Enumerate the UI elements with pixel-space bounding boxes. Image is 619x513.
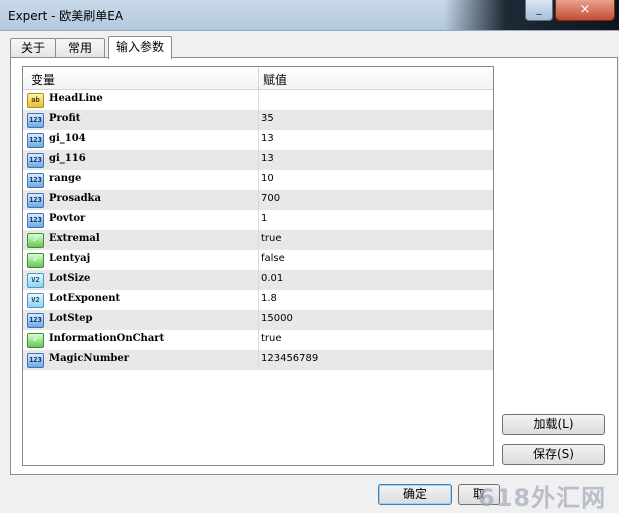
int-type-icon: 123: [27, 173, 44, 188]
parameter-name: range: [49, 173, 82, 184]
cell-divider: [258, 170, 259, 190]
table-row[interactable]: 123 gi_104 13: [23, 130, 493, 150]
load-button[interactable]: 加载(L): [502, 414, 605, 435]
parameter-value[interactable]: 0.01: [261, 273, 283, 284]
parameter-name: Povtor: [49, 213, 86, 224]
int-type-icon: 123: [27, 113, 44, 128]
bool-type-icon: ✓: [27, 333, 44, 348]
cell-divider: [258, 250, 259, 270]
parameter-name: Extremal: [49, 233, 100, 244]
table-row[interactable]: 123 range 10: [23, 170, 493, 190]
grid-rows: ab HeadLine 123 Profit 35 123 gi_104 13 123 gi_11…: [23, 90, 493, 370]
parameter-value[interactable]: false: [261, 253, 285, 264]
parameter-value[interactable]: 15000: [261, 313, 293, 324]
column-header-variable[interactable]: 变量: [31, 71, 55, 88]
cell-divider: [258, 310, 259, 330]
parameter-value[interactable]: true: [261, 233, 282, 244]
cell-divider: [258, 110, 259, 130]
parameter-name: MagicNumber: [49, 353, 130, 364]
save-button[interactable]: 保存(S): [502, 444, 605, 465]
bool-type-icon: ✓: [27, 253, 44, 268]
parameter-name: HeadLine: [49, 93, 103, 104]
watermark: 618外汇网: [478, 484, 607, 512]
table-row[interactable]: V2 LotExponent 1.8: [23, 290, 493, 310]
column-header-value[interactable]: 赋值: [263, 71, 287, 88]
parameter-value[interactable]: 700: [261, 193, 280, 204]
grid-header: 变量 赋值: [23, 67, 493, 90]
cell-divider: [258, 90, 259, 110]
cell-divider: [258, 210, 259, 230]
int-type-icon: 123: [27, 193, 44, 208]
table-row[interactable]: ✓ Extremal true: [23, 230, 493, 250]
table-row[interactable]: 123 LotStep 15000: [23, 310, 493, 330]
window-title: Expert - 欧美刷单EA: [8, 9, 124, 23]
parameter-name: LotExponent: [49, 293, 121, 304]
cell-divider: [258, 150, 259, 170]
parameter-name: LotStep: [49, 313, 93, 324]
tab-inputs[interactable]: 输入参数: [108, 36, 172, 59]
int-type-icon: 123: [27, 213, 44, 228]
double-type-icon: V2: [27, 273, 44, 288]
table-row[interactable]: ✓ InformationOnChart true: [23, 330, 493, 350]
table-row[interactable]: 123 MagicNumber 123456789: [23, 350, 493, 370]
parameter-name: InformationOnChart: [49, 333, 165, 344]
cell-divider: [258, 270, 259, 290]
tab-common[interactable]: 常用: [55, 38, 105, 58]
cell-divider: [258, 330, 259, 350]
parameter-value[interactable]: 13: [261, 153, 274, 164]
bool-type-icon: ✓: [27, 233, 44, 248]
int-type-icon: 123: [27, 313, 44, 328]
table-row[interactable]: 123 Profit 35: [23, 110, 493, 130]
int-type-icon: 123: [27, 133, 44, 148]
title-bar: Expert - 欧美刷单EA _ ×: [0, 0, 619, 31]
parameter-value[interactable]: 1.8: [261, 293, 277, 304]
double-type-icon: V2: [27, 293, 44, 308]
parameters-grid: 变量 赋值 ab HeadLine 123 Profit 35 123 gi_104 13 12…: [22, 66, 494, 466]
parameter-value[interactable]: 1: [261, 213, 267, 224]
table-row[interactable]: 123 Povtor 1: [23, 210, 493, 230]
table-row[interactable]: ✓ Lentyaj false: [23, 250, 493, 270]
ok-button[interactable]: 确定: [378, 484, 452, 505]
minimize-button[interactable]: _: [525, 0, 553, 21]
parameter-name: Profit: [49, 113, 81, 124]
parameter-name: LotSize: [49, 273, 91, 284]
parameter-value[interactable]: true: [261, 333, 282, 344]
tab-about[interactable]: 关于: [10, 38, 56, 58]
int-type-icon: 123: [27, 153, 44, 168]
column-divider[interactable]: [258, 67, 259, 89]
parameter-value[interactable]: 35: [261, 113, 274, 124]
cell-divider: [258, 130, 259, 150]
table-row[interactable]: ab HeadLine: [23, 90, 493, 110]
table-row[interactable]: 123 Prosadka 700: [23, 190, 493, 210]
parameter-name: gi_116: [49, 153, 86, 164]
cell-divider: [258, 230, 259, 250]
table-row[interactable]: V2 LotSize 0.01: [23, 270, 493, 290]
parameter-value[interactable]: 10: [261, 173, 274, 184]
int-type-icon: 123: [27, 353, 44, 368]
close-button[interactable]: ×: [555, 0, 615, 21]
cell-divider: [258, 190, 259, 210]
parameter-name: gi_104: [49, 133, 86, 144]
cell-divider: [258, 350, 259, 370]
parameter-name: Prosadka: [49, 193, 101, 204]
cell-divider: [258, 290, 259, 310]
table-row[interactable]: 123 gi_116 13: [23, 150, 493, 170]
string-type-icon: ab: [27, 93, 44, 108]
parameter-value[interactable]: 13: [261, 133, 274, 144]
parameter-name: Lentyaj: [49, 253, 91, 264]
parameter-value[interactable]: 123456789: [261, 353, 318, 364]
